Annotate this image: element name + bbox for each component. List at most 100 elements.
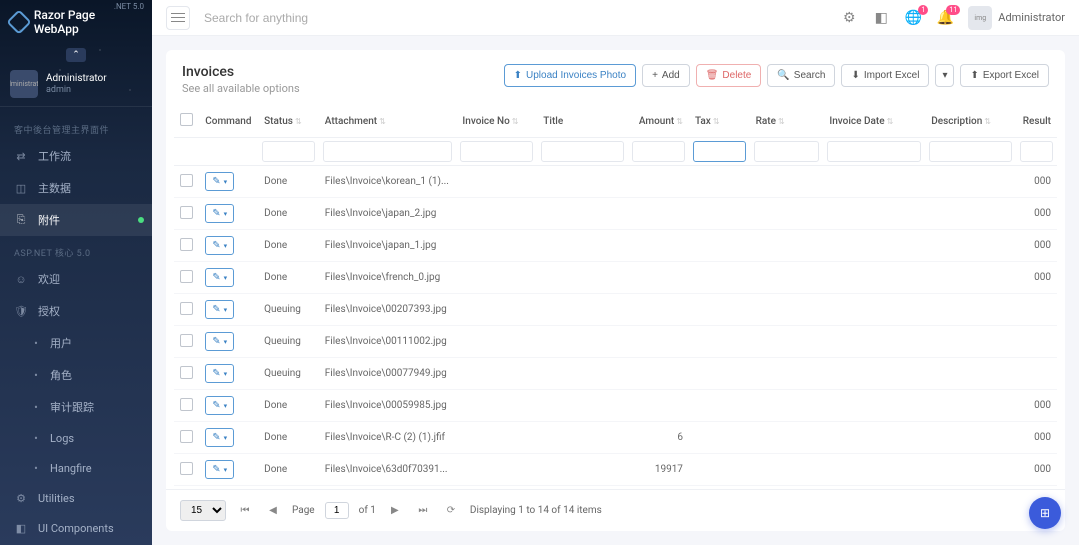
row-command-button[interactable]: ✎ (205, 204, 234, 223)
import-button[interactable]: ⬇Import Excel (841, 64, 929, 87)
filter-result[interactable] (1020, 141, 1053, 162)
row-checkbox[interactable] (180, 174, 193, 187)
row-command-button[interactable]: ✎ (205, 300, 234, 319)
row-command-button[interactable]: ✎ (205, 460, 234, 479)
select-all-checkbox[interactable] (180, 113, 193, 126)
filter-amount[interactable] (632, 141, 685, 162)
col-rate[interactable]: Rate (756, 116, 776, 127)
filter-attachment[interactable] (323, 141, 453, 162)
sort-icon[interactable]: ⇅ (512, 117, 519, 126)
pager-refresh-button[interactable]: ⟳ (442, 502, 460, 520)
globe-icon[interactable]: 🌐1 (904, 9, 922, 27)
col-title[interactable]: Title (537, 105, 628, 138)
filter-invoiceno[interactable] (460, 141, 533, 162)
filter-title[interactable] (541, 141, 624, 162)
row-command-button[interactable]: ✎ (205, 364, 234, 383)
col-status[interactable]: Status (264, 116, 293, 127)
search-input[interactable] (204, 11, 826, 25)
sidebar-item-工作流[interactable]: ⇄工作流 (0, 140, 152, 172)
col-result[interactable]: Result (1016, 105, 1057, 138)
row-checkbox[interactable] (180, 430, 193, 443)
sidebar-item-hangfire[interactable]: •Hangfire (0, 453, 152, 483)
col-invoicedate[interactable]: Invoice Date (829, 116, 884, 127)
sidebar-item-授权[interactable]: 🛡授权 (0, 295, 152, 327)
page-current-input[interactable] (325, 502, 349, 519)
col-amount[interactable]: Amount (639, 116, 674, 127)
row-command-button[interactable]: ✎ (205, 172, 234, 191)
sidebar-item-utilities[interactable]: ⚙Utilities (0, 483, 152, 513)
sidebar-item-logs[interactable]: •Logs (0, 423, 152, 453)
pager-prev-button[interactable]: ◀ (264, 502, 282, 520)
bell-icon[interactable]: 🔔11 (936, 9, 954, 27)
row-command-button[interactable]: ✎ (205, 236, 234, 255)
search-button[interactable]: 🔍Search (767, 64, 835, 87)
sort-icon[interactable]: ⇅ (379, 117, 386, 126)
table-row[interactable]: ✎QueuingFiles\Invoice\00111002.jpg (174, 326, 1057, 358)
pager-last-button[interactable]: ⏭ (414, 502, 432, 520)
col-tax[interactable]: Tax (695, 116, 711, 127)
sidebar-user[interactable]: administrator Administrator admin (0, 62, 152, 107)
row-checkbox[interactable] (180, 462, 193, 475)
table-row[interactable]: ✎DoneFiles\Invoice\korean_1 (1)...000 (174, 166, 1057, 198)
pager-next-button[interactable]: ▶ (386, 502, 404, 520)
hamburger-button[interactable] (166, 6, 190, 30)
table-scroll[interactable]: Command Status⇅ Attachment⇅ Invoice No⇅ … (166, 105, 1065, 489)
row-checkbox[interactable] (180, 238, 193, 251)
upload-button[interactable]: ⬆Upload Invoices Photo (504, 64, 636, 87)
filter-invoicedate[interactable] (827, 141, 921, 162)
export-button[interactable]: ⬆Export Excel (960, 64, 1049, 87)
filter-rate[interactable] (754, 141, 820, 162)
cell-attachment: Files\Invoice\french_0.jpg (319, 262, 457, 294)
table-row[interactable]: ✎DoneFiles\Invoice\japan_1.jpg000 (174, 230, 1057, 262)
sidebar-item-审计跟踪[interactable]: •审计跟踪 (0, 391, 152, 423)
filter-status[interactable] (262, 141, 315, 162)
cell-attachment: Files\Invoice\00207393.jpg (319, 294, 457, 326)
row-checkbox[interactable] (180, 366, 193, 379)
fab-button[interactable]: ⊞ (1029, 497, 1061, 529)
row-checkbox[interactable] (180, 270, 193, 283)
main: ⚙ ◧ 🌐1 🔔11 img Administrator Invoices Se… (152, 0, 1079, 545)
row-checkbox[interactable] (180, 302, 193, 315)
sort-icon[interactable]: ⇅ (295, 117, 302, 126)
sort-icon[interactable]: ⇅ (887, 117, 894, 126)
gear-icon[interactable]: ⚙ (840, 9, 858, 27)
sidebar-item-ui-components[interactable]: ◧UI Components (0, 513, 152, 543)
table-row[interactable]: ✎DoneFiles\Invoice\japan_2.jpg000 (174, 198, 1057, 230)
row-checkbox[interactable] (180, 334, 193, 347)
sidebar-item-附件[interactable]: ⎘附件 (0, 204, 152, 236)
table-row[interactable]: ✎DoneFiles\Invoice\63d0f70391...19917000 (174, 454, 1057, 486)
sidebar-item-用户[interactable]: •用户 (0, 327, 152, 359)
page-size-select[interactable]: 15 (180, 500, 226, 521)
sort-icon[interactable]: ⇅ (984, 117, 991, 126)
delete-button[interactable]: 🗑Delete (696, 64, 762, 87)
row-command-button[interactable]: ✎ (205, 268, 234, 287)
sort-icon[interactable]: ⇅ (713, 117, 720, 126)
add-button[interactable]: +Add (642, 64, 690, 87)
brand[interactable]: .NET 5.0 Razor Page WebApp (0, 0, 152, 44)
sort-icon[interactable]: ⇅ (778, 117, 785, 126)
sidebar-item-角色[interactable]: •角色 (0, 359, 152, 391)
sidebar-item-主数据[interactable]: ◫主数据 (0, 172, 152, 204)
sort-icon[interactable]: ⇅ (676, 117, 683, 126)
filter-description[interactable] (929, 141, 1012, 162)
table-row[interactable]: ✎QueuingFiles\Invoice\00207393.jpg (174, 294, 1057, 326)
col-invoiceno[interactable]: Invoice No (462, 116, 509, 127)
collapse-sidebar-button[interactable]: ⌃ (66, 48, 86, 62)
table-row[interactable]: ✎DoneFiles\Invoice\00059985.jpg000 (174, 390, 1057, 422)
row-command-button[interactable]: ✎ (205, 396, 234, 415)
table-row[interactable]: ✎DoneFiles\Invoice\french_0.jpg000 (174, 262, 1057, 294)
cube-icon[interactable]: ◧ (872, 9, 890, 27)
filter-tax[interactable] (693, 141, 746, 162)
import-caret-button[interactable]: ▾ (935, 64, 954, 87)
col-description[interactable]: Description (931, 116, 982, 127)
pager-first-button[interactable]: ⏮ (236, 502, 254, 520)
row-command-button[interactable]: ✎ (205, 428, 234, 447)
col-attachment[interactable]: Attachment (325, 116, 377, 127)
row-command-button[interactable]: ✎ (205, 332, 234, 351)
table-row[interactable]: ✎DoneFiles\Invoice\R-C (2) (1).jfif6000 (174, 422, 1057, 454)
row-checkbox[interactable] (180, 398, 193, 411)
sidebar-item-欢迎[interactable]: ☺欢迎 (0, 263, 152, 295)
topbar-user[interactable]: img Administrator (968, 6, 1065, 30)
table-row[interactable]: ✎QueuingFiles\Invoice\00077949.jpg (174, 358, 1057, 390)
row-checkbox[interactable] (180, 206, 193, 219)
